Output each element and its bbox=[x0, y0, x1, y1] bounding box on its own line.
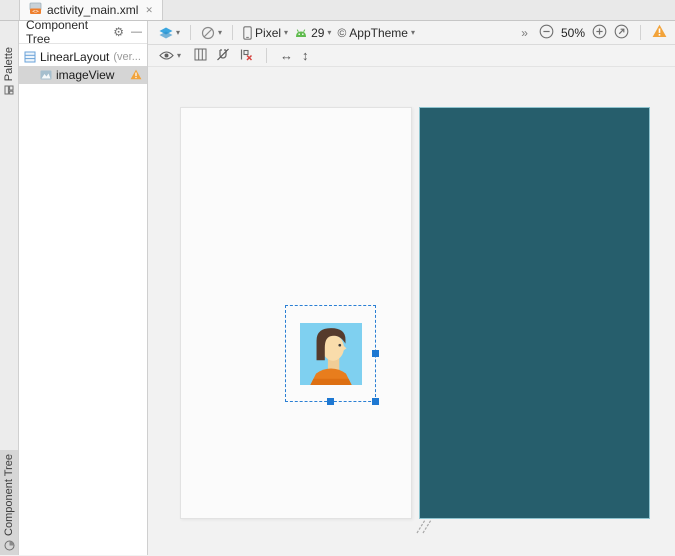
xml-layout-file-icon: <> bbox=[29, 2, 42, 18]
toolbar-separator bbox=[640, 25, 641, 40]
orientation-icon bbox=[201, 26, 215, 39]
zoom-to-fit-button[interactable] bbox=[614, 24, 629, 42]
palette-icon bbox=[4, 85, 14, 95]
chevron-down-icon: ▾ bbox=[284, 28, 289, 37]
component-tree-label: Component Tree bbox=[3, 454, 15, 536]
chevron-down-icon: ▾ bbox=[176, 28, 181, 37]
chevron-down-icon: ▾ bbox=[218, 28, 223, 37]
magnet-off-icon bbox=[217, 48, 229, 60]
design-toolbar: ▾ ▾ Pixel ▾ 29 ▾ © AppTheme ▾ » 50% bbox=[148, 21, 675, 45]
chevron-down-icon: ▾ bbox=[410, 28, 415, 37]
tab-label: activity_main.xml bbox=[47, 3, 139, 17]
columns-icon bbox=[194, 48, 207, 60]
eye-icon bbox=[159, 51, 174, 60]
design-view-screen[interactable] bbox=[180, 107, 412, 519]
overflow-chevron-icon[interactable]: » bbox=[521, 26, 528, 40]
expand-horizontal-icon[interactable]: ↔ bbox=[280, 48, 293, 63]
device-phone-icon bbox=[243, 25, 252, 40]
clear-constraints-button[interactable] bbox=[239, 48, 253, 64]
layers-icon bbox=[159, 27, 173, 38]
toolbar-separator bbox=[232, 25, 234, 40]
resize-handle-bottom[interactable] bbox=[326, 398, 334, 405]
chevron-down-icon: ▾ bbox=[327, 28, 332, 37]
component-tree-header: Component Tree ⚙ — bbox=[19, 18, 147, 46]
expand-vertical-icon[interactable]: ↕ bbox=[302, 48, 309, 63]
tree-item-label: LinearLayout bbox=[40, 50, 110, 64]
component-tree: LinearLayout (ver... imageView bbox=[19, 44, 147, 84]
image-view-icon bbox=[40, 70, 52, 80]
zoom-level: 50% bbox=[560, 25, 585, 40]
toolbar-separator bbox=[190, 25, 192, 40]
canvas-resize-grip[interactable] bbox=[416, 519, 432, 534]
resize-handle-corner[interactable] bbox=[372, 398, 379, 405]
zoom-controls: » 50% bbox=[521, 24, 667, 42]
imageview-selection[interactable] bbox=[285, 305, 379, 405]
theme-icon: © bbox=[337, 25, 347, 40]
theme-selector[interactable]: © AppTheme ▾ bbox=[337, 26, 415, 40]
zoom-in-button[interactable] bbox=[592, 24, 607, 42]
panel-title: Component Tree bbox=[26, 18, 89, 46]
orientation-selector[interactable]: ▾ bbox=[201, 26, 222, 40]
design-editor: ▾ ▾ Pixel ▾ 29 ▾ © AppTheme ▾ » 50% ▾ ↔ … bbox=[148, 21, 675, 555]
clear-constraints-icon bbox=[240, 49, 253, 61]
minimize-icon[interactable]: — bbox=[131, 26, 142, 38]
layout-editor-window: <> activity_main.xml ✕ Palette Component… bbox=[0, 0, 675, 556]
tab-activity-main-xml[interactable]: <> activity_main.xml ✕ bbox=[19, 0, 163, 20]
avatar-image[interactable] bbox=[300, 323, 362, 385]
tool-window-stripe: Palette Component Tree bbox=[0, 21, 19, 555]
api-version-selector[interactable]: 29 ▾ bbox=[294, 26, 331, 40]
design-surface-selector[interactable]: ▾ bbox=[159, 27, 180, 39]
switch-orientation-button[interactable] bbox=[194, 48, 207, 64]
resize-handle-right[interactable] bbox=[372, 349, 379, 357]
tool-button-palette[interactable]: Palette bbox=[0, 43, 18, 99]
warning-icon bbox=[130, 69, 142, 83]
design-canvas[interactable]: ImageView bbox=[148, 67, 675, 555]
linear-layout-icon bbox=[24, 51, 36, 63]
view-options-selector[interactable]: ▾ bbox=[159, 50, 181, 61]
close-icon[interactable]: ✕ bbox=[145, 5, 153, 16]
component-tree-icon bbox=[4, 540, 14, 551]
layout-toolbar: ▾ ↔ ↕ bbox=[148, 45, 675, 67]
tree-row-linearlayout[interactable]: LinearLayout (ver... bbox=[19, 48, 147, 66]
theme-label: AppTheme bbox=[349, 25, 408, 40]
android-icon bbox=[296, 28, 307, 37]
svg-text:<>: <> bbox=[32, 9, 39, 15]
zoom-out-button[interactable] bbox=[539, 24, 554, 42]
tool-button-component-tree[interactable]: Component Tree bbox=[0, 450, 18, 555]
tree-row-imageview[interactable]: imageView bbox=[19, 66, 147, 84]
component-tree-panel: Component Tree ⚙ — LinearLayout (ver... bbox=[19, 18, 148, 555]
tree-item-suffix: (ver... bbox=[113, 51, 141, 63]
blueprint-view-screen[interactable]: ImageView bbox=[419, 107, 650, 519]
palette-label: Palette bbox=[3, 47, 15, 82]
toolbar-separator bbox=[266, 48, 268, 63]
warning-icon[interactable] bbox=[652, 24, 667, 41]
gear-icon[interactable]: ⚙ bbox=[113, 25, 124, 39]
autoconnect-off-button[interactable] bbox=[216, 48, 230, 64]
device-label: Pixel bbox=[255, 25, 282, 40]
api-label: 29 bbox=[311, 25, 325, 40]
chevron-down-icon: ▾ bbox=[177, 51, 182, 60]
tree-item-label: imageView bbox=[56, 68, 115, 82]
device-selector[interactable]: Pixel ▾ bbox=[243, 26, 288, 40]
